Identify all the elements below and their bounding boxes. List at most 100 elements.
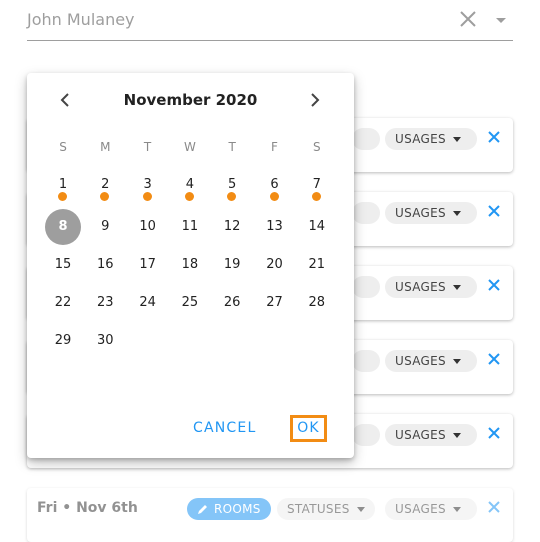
close-icon[interactable] — [485, 424, 503, 442]
caret-down-icon[interactable] — [493, 12, 509, 28]
calendar-day-label: 18 — [181, 257, 199, 272]
chevron-right-icon[interactable] — [303, 88, 327, 112]
ok-button[interactable]: OK — [290, 415, 327, 442]
statuses-chip[interactable]: STATUSES — [277, 498, 375, 520]
calendar-day-label: 22 — [54, 295, 72, 310]
calendar-day-label: 4 — [185, 177, 195, 192]
usages-chip-label: USAGES — [395, 428, 446, 442]
caret-down-icon — [452, 506, 461, 512]
caret-down-icon — [452, 432, 461, 438]
calendar-day[interactable]: 16 — [87, 247, 123, 283]
statuses-chip[interactable] — [352, 128, 380, 150]
calendar-day-label: 28 — [308, 295, 326, 310]
calendar-day[interactable]: 6 — [257, 171, 293, 207]
usages-chip-label: USAGES — [395, 280, 446, 294]
user-autocomplete[interactable]: John Mulaney — [27, 0, 513, 41]
calendar-day[interactable]: 21 — [299, 247, 335, 283]
usages-chip-label: USAGES — [395, 354, 446, 368]
calendar-day[interactable]: 9 — [87, 209, 123, 245]
calendar-day[interactable]: 23 — [87, 285, 123, 321]
calendar-day[interactable]: 29 — [45, 323, 81, 359]
usages-chip[interactable]: USAGES — [385, 350, 477, 372]
calendar-day[interactable]: 13 — [257, 209, 293, 245]
calendar-day[interactable]: 30 — [87, 323, 123, 359]
calendar-day-label: 11 — [181, 219, 199, 234]
calendar-day[interactable]: 17 — [130, 247, 166, 283]
weekday-label: T — [228, 140, 236, 154]
usages-chip[interactable]: USAGES — [385, 128, 477, 150]
calendar-day-label: 20 — [266, 257, 283, 272]
usages-chip[interactable]: USAGES — [385, 424, 477, 446]
calendar-day-label: 13 — [266, 219, 283, 234]
calendar-day[interactable]: 27 — [257, 285, 293, 321]
caret-down-icon — [452, 210, 461, 216]
close-icon[interactable] — [485, 350, 503, 368]
calendar-day-label: 2 — [101, 177, 110, 192]
caret-down-icon — [452, 284, 461, 290]
calendar-day[interactable]: 22 — [45, 285, 81, 321]
statuses-chip[interactable] — [352, 424, 380, 446]
usages-chip[interactable]: USAGES — [385, 276, 477, 298]
calendar-day[interactable]: 25 — [172, 285, 208, 321]
caret-down-icon — [452, 136, 461, 142]
calendar-day-label: 14 — [308, 219, 326, 234]
card-date: Fri • Nov 6th — [37, 500, 138, 516]
calendar-day-label: 9 — [101, 219, 110, 234]
usages-chip-label: USAGES — [395, 502, 446, 516]
calendar-day-label: 25 — [181, 295, 199, 310]
calendar-day-label: 29 — [54, 333, 72, 348]
weekday-header: SMTWTFS — [42, 140, 339, 156]
calendar-day-label: 12 — [223, 219, 241, 234]
statuses-chip-label: STATUSES — [287, 502, 350, 516]
close-icon[interactable] — [485, 202, 503, 220]
cancel-button[interactable]: CANCEL — [193, 415, 256, 442]
calendar-day-label: 6 — [270, 177, 279, 192]
calendar-day[interactable]: 2 — [87, 171, 123, 207]
event-dot — [58, 192, 67, 201]
reservation-card: Fri • Nov 6th ROOMS STATUSES USAGES — [27, 488, 513, 542]
statuses-chip[interactable] — [352, 350, 380, 372]
usages-chip[interactable]: USAGES — [385, 498, 477, 520]
calendar-day[interactable]: 24 — [130, 285, 166, 321]
calendar-day[interactable]: 19 — [214, 247, 250, 283]
weekday-label: S — [312, 140, 321, 154]
calendar-day[interactable]: 12 — [214, 209, 250, 245]
calendar-day[interactable]: 14 — [299, 209, 335, 245]
calendar-day[interactable]: 15 — [45, 247, 81, 283]
calendar-grid: 1 2 3 4 5 6 7 8 9 10 11 12 13 14 15 16 17 18 19 20 21 22 23 24 2… — [42, 171, 339, 361]
event-dot — [100, 192, 110, 201]
calendar-day-label: 30 — [97, 333, 114, 348]
calendar-day[interactable]: 11 — [172, 209, 208, 245]
calendar-day[interactable]: 3 — [130, 171, 166, 207]
calendar-day[interactable]: 26 — [214, 285, 250, 321]
close-icon[interactable] — [456, 7, 480, 31]
calendar-day[interactable]: 1 — [45, 171, 81, 207]
rooms-chip[interactable]: ROOMS — [187, 498, 271, 520]
event-dot — [142, 192, 152, 201]
weekday-label: F — [271, 140, 278, 154]
calendar-day-label: 27 — [266, 295, 283, 310]
usages-chip[interactable]: USAGES — [385, 202, 477, 224]
calendar-day-label: 15 — [54, 257, 72, 272]
close-icon[interactable] — [485, 276, 503, 294]
date-picker-dialog: November 2020 SMTWTFS 1 2 3 4 5 6 7 8 9 10 11 12 13 1… — [27, 73, 354, 458]
calendar-day-label: 17 — [139, 257, 156, 272]
calendar-day[interactable]: 18 — [172, 247, 208, 283]
statuses-chip[interactable] — [352, 202, 380, 224]
calendar-day[interactable]: 7 — [299, 171, 335, 207]
weekday-label: W — [183, 140, 196, 154]
calendar-day-label: 23 — [97, 295, 114, 310]
close-icon[interactable] — [485, 498, 503, 516]
calendar-day-label: 10 — [139, 219, 156, 234]
calendar-day[interactable]: 10 — [130, 209, 166, 245]
calendar-day-label: 5 — [228, 177, 237, 192]
calendar-day[interactable]: 28 — [299, 285, 335, 321]
statuses-chip[interactable] — [352, 276, 380, 298]
close-icon[interactable] — [485, 128, 503, 146]
calendar-day-label: 26 — [223, 295, 241, 310]
calendar-day[interactable]: 4 — [172, 171, 208, 207]
calendar-day[interactable]: 8 — [45, 209, 81, 245]
calendar-day[interactable]: 20 — [257, 247, 293, 283]
calendar-day[interactable]: 5 — [214, 171, 250, 207]
event-dot — [269, 192, 279, 201]
